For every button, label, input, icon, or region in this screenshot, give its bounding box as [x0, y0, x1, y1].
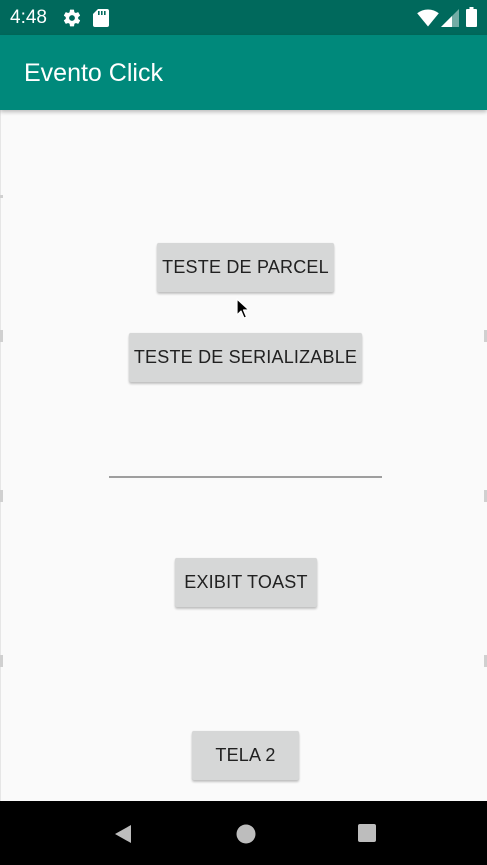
window-edge-marker — [0, 195, 3, 198]
navigation-bar — [0, 801, 487, 865]
wifi-icon — [417, 9, 439, 27]
status-bar: 4:48 — [0, 0, 487, 35]
teste-de-serializable-button[interactable]: TESTE DE SERIALIZABLE — [129, 333, 362, 382]
status-time: 4:48 — [10, 7, 47, 28]
teste-de-parcel-button[interactable]: TESTE DE PARCEL — [157, 243, 334, 292]
exibit-toast-button[interactable]: EXIBIT TOAST — [175, 558, 317, 607]
app-title: Evento Click — [24, 59, 163, 87]
back-icon[interactable] — [112, 823, 134, 845]
cell-signal-icon — [441, 9, 459, 27]
window-edge-marker — [0, 655, 3, 667]
battery-icon — [466, 7, 477, 27]
recents-icon[interactable] — [357, 823, 377, 843]
window-edge-marker — [0, 330, 3, 342]
sd-card-icon — [93, 9, 109, 27]
app-bar: Evento Click — [0, 35, 487, 110]
window-edge-marker — [0, 490, 3, 502]
gear-icon — [63, 9, 81, 27]
android-screen: 4:48 Evento Click TESTE DE PARCEL TESTE … — [0, 0, 487, 865]
mouse-cursor-icon — [236, 298, 250, 319]
home-icon[interactable] — [235, 823, 257, 845]
text-input-field[interactable] — [109, 440, 382, 478]
tela-2-button[interactable]: TELA 2 — [192, 731, 299, 780]
